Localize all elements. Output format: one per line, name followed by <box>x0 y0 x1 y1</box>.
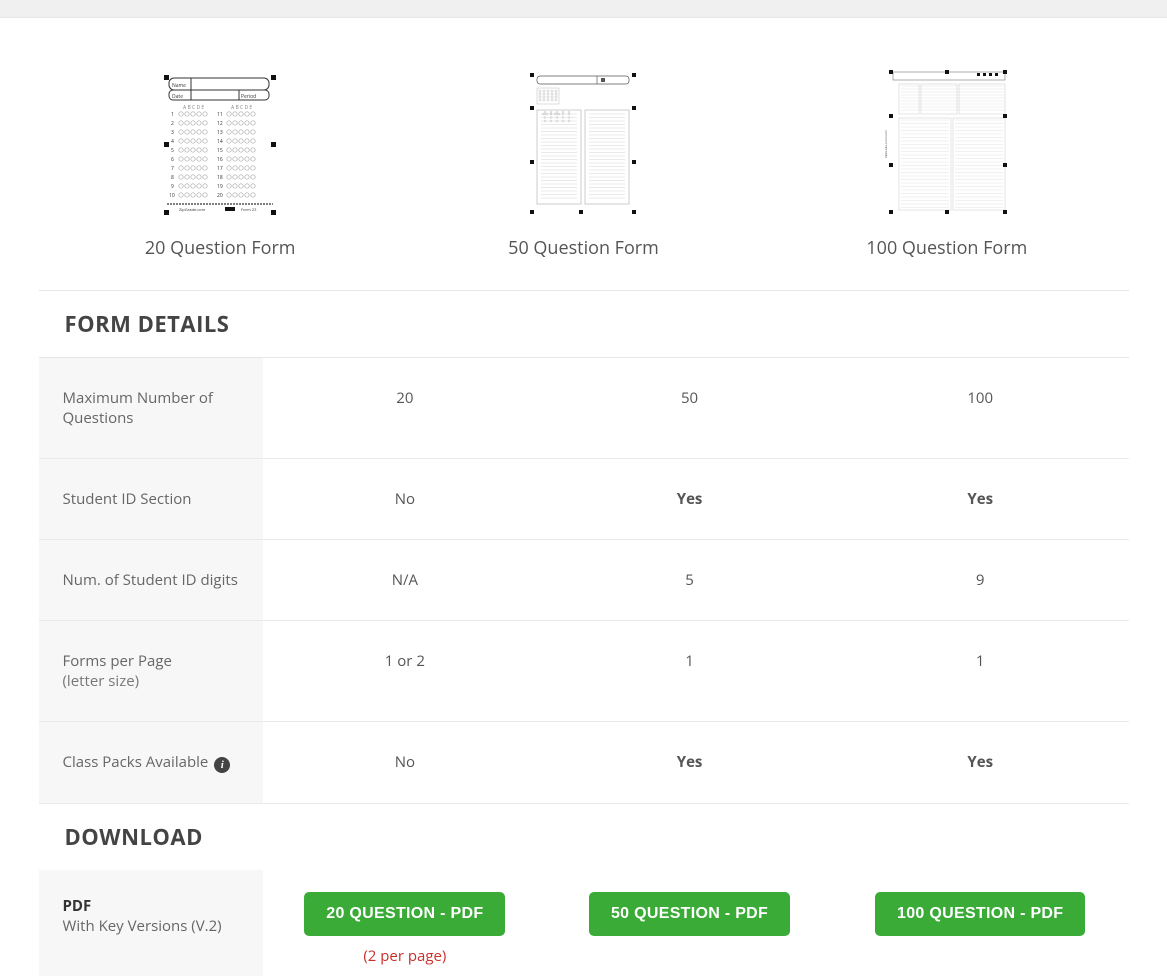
svg-text:5: 5 <box>171 148 174 154</box>
svg-text:ZipGrade.com: ZipGrade.com <box>179 208 206 213</box>
svg-text:20: 20 <box>217 193 223 199</box>
value-max-q-20: 20 <box>263 358 548 459</box>
value-max-q-50: 50 <box>547 358 832 459</box>
form-details-header: FORM DETAILS <box>39 291 1129 358</box>
value-max-q-100: 100 <box>832 358 1129 459</box>
svg-text:1: 1 <box>171 112 174 118</box>
svg-text:18: 18 <box>217 175 223 181</box>
value-id-digits-20: N/A <box>263 540 548 621</box>
download-50-pdf-button[interactable]: 50 QUESTION - PDF <box>589 892 790 936</box>
value-class-packs-100: Yes <box>832 722 1129 804</box>
label-class-packs-text: Class Packs Available <box>63 752 209 772</box>
label-id-digits: Num. of Student ID digits <box>39 540 263 621</box>
row-class-packs: Class Packs Available i No Yes Yes <box>39 722 1129 804</box>
pdf-title: PDF <box>63 896 239 916</box>
svg-text:A B C D E: A B C D E <box>231 105 252 111</box>
row-download-pdf: PDF With Key Versions (V.2) 20 QUESTION … <box>39 870 1129 976</box>
download-header: DOWNLOAD <box>39 804 1129 871</box>
svg-text:Name: Name <box>172 83 186 89</box>
form-50-caption: 50 Question Form <box>508 236 659 260</box>
form-100-thumbnail-icon: ZipGrade.com Form <box>881 68 1013 218</box>
download-20-pdf-button[interactable]: 20 QUESTION - PDF <box>304 892 505 936</box>
svg-text:Form 23: Form 23 <box>241 208 257 213</box>
info-icon[interactable]: i <box>214 757 230 773</box>
pdf-subtitle: With Key Versions (V.2) <box>63 916 239 936</box>
value-per-page-50: 1 <box>547 621 832 722</box>
download-cell-100: 100 QUESTION - PDF <box>832 870 1129 976</box>
label-student-id: Student ID Section <box>39 459 263 540</box>
svg-text:2: 2 <box>171 121 174 127</box>
svg-text:16: 16 <box>217 157 223 163</box>
row-student-id: Student ID Section No Yes Yes <box>39 459 1129 540</box>
form-previews-row: Name Date Period A B C D E A B C D E 1 <box>39 18 1129 290</box>
label-forms-per-page: Forms per Page (letter size) <box>39 621 263 722</box>
form-details-table: FORM DETAILS Maximum Number of Questions… <box>39 290 1129 976</box>
form-100-preview: ZipGrade.com Form <box>765 68 1128 260</box>
form-20-preview: Name Date Period A B C D E A B C D E 1 <box>39 72 402 260</box>
label-forms-per-page-text: Forms per Page <box>63 651 172 671</box>
form-20-caption: 20 Question Form <box>145 236 296 260</box>
value-per-page-20: 1 or 2 <box>263 621 548 722</box>
svg-text:13: 13 <box>217 130 223 136</box>
form-50-thumbnail-icon <box>525 70 641 218</box>
top-bar <box>0 0 1167 18</box>
label-max-questions: Maximum Number of Questions <box>39 358 263 459</box>
svg-text:3: 3 <box>171 130 174 136</box>
download-20-note[interactable]: (2 per page) <box>273 946 538 966</box>
svg-text:8: 8 <box>171 175 174 181</box>
value-student-id-20: No <box>263 459 548 540</box>
svg-text:A B C D E: A B C D E <box>183 105 204 111</box>
value-id-digits-50: 5 <box>547 540 832 621</box>
svg-text:10: 10 <box>169 193 175 199</box>
form-20-thumbnail-icon: Name Date Period A B C D E A B C D E 1 <box>161 72 279 218</box>
row-forms-per-page: Forms per Page (letter size) 1 or 2 1 1 <box>39 621 1129 722</box>
row-id-digits: Num. of Student ID digits N/A 5 9 <box>39 540 1129 621</box>
download-cell-20: 20 QUESTION - PDF (2 per page) <box>263 870 548 976</box>
svg-text:15: 15 <box>217 148 223 154</box>
svg-text:9: 9 <box>171 184 174 190</box>
svg-text:17: 17 <box>217 166 223 172</box>
value-student-id-50: Yes <box>547 459 832 540</box>
svg-text:12: 12 <box>217 121 223 127</box>
download-cell-50: 50 QUESTION - PDF <box>547 870 832 976</box>
label-download-pdf: PDF With Key Versions (V.2) <box>39 870 263 976</box>
svg-text:11: 11 <box>217 112 223 118</box>
download-100-pdf-button[interactable]: 100 QUESTION - PDF <box>875 892 1085 936</box>
value-per-page-100: 1 <box>832 621 1129 722</box>
svg-text:6: 6 <box>171 157 174 163</box>
svg-text:Date: Date <box>172 94 183 100</box>
value-class-packs-50: Yes <box>547 722 832 804</box>
svg-text:19: 19 <box>217 184 223 190</box>
label-forms-per-page-sub: (letter size) <box>63 671 239 691</box>
form-50-preview: 50 Question Form <box>402 70 765 260</box>
value-class-packs-20: No <box>263 722 548 804</box>
svg-text:ZipGrade.com Form: ZipGrade.com Form <box>884 130 888 158</box>
svg-text:4: 4 <box>171 139 174 145</box>
row-max-questions: Maximum Number of Questions 20 50 100 <box>39 358 1129 459</box>
label-class-packs: Class Packs Available i <box>39 722 263 804</box>
svg-text:7: 7 <box>171 166 174 172</box>
svg-text:14: 14 <box>217 139 223 145</box>
svg-text:Period: Period <box>241 94 256 100</box>
value-student-id-100: Yes <box>832 459 1129 540</box>
value-id-digits-100: 9 <box>832 540 1129 621</box>
form-100-caption: 100 Question Form <box>866 236 1027 260</box>
